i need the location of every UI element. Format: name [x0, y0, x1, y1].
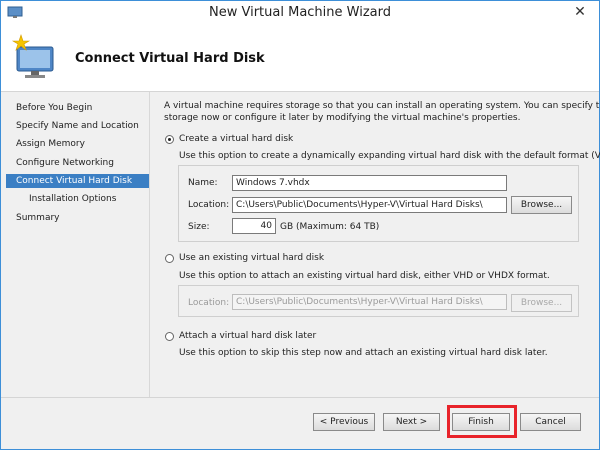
nav-item-installation-options[interactable]: Installation Options [6, 192, 149, 206]
size-input[interactable]: 40 [232, 218, 276, 234]
wizard-header: Connect Virtual Hard Disk [1, 25, 599, 92]
close-button[interactable]: ✕ [563, 1, 597, 23]
use-existing-vhd-description: Use this option to attach an existing vi… [179, 271, 550, 281]
wizard-window: New Virtual Machine Wizard ✕ Connect Vir… [0, 0, 600, 450]
nav-item-before-you-begin[interactable]: Before You Begin [6, 101, 149, 115]
virtual-machine-wizard-icon [11, 34, 54, 78]
name-label: Name: [188, 178, 218, 188]
finish-highlight-box [447, 405, 517, 438]
existing-location-input[interactable]: C:\Users\Public\Documents\Hyper-V\Virtua… [232, 294, 507, 310]
window-title: New Virtual Machine Wizard [209, 5, 391, 20]
footer-divider [1, 397, 599, 398]
create-vhd-radio[interactable] [165, 135, 174, 144]
attach-later-radio[interactable] [165, 332, 174, 341]
nav-item-configure-networking[interactable]: Configure Networking [6, 156, 149, 170]
use-existing-vhd-radio[interactable] [165, 254, 174, 263]
create-vhd-description: Use this option to create a dynamically … [179, 151, 600, 161]
nav-item-connect-vhd[interactable]: Connect Virtual Hard Disk [6, 174, 149, 188]
nav-item-specify-name[interactable]: Specify Name and Location [6, 119, 149, 133]
nav-item-assign-memory[interactable]: Assign Memory [6, 137, 149, 151]
nav-item-summary[interactable]: Summary [6, 211, 149, 225]
size-label: Size: [188, 222, 210, 232]
size-unit-text: GB (Maximum: 64 TB) [280, 222, 380, 232]
create-vhd-label[interactable]: Create a virtual hard disk [179, 134, 293, 144]
attach-later-label[interactable]: Attach a virtual hard disk later [179, 331, 316, 341]
browse-button[interactable]: Browse... [511, 196, 572, 214]
intro-text-line-2: storage now or configure it later by mod… [164, 113, 521, 123]
cancel-button[interactable]: Cancel [520, 413, 581, 431]
wizard-content: A virtual machine requires storage so th… [150, 92, 600, 397]
wizard-nav: Before You Begin Specify Name and Locati… [1, 92, 150, 397]
location-input[interactable]: C:\Users\Public\Documents\Hyper-V\Virtua… [232, 197, 507, 213]
page-title: Connect Virtual Hard Disk [75, 51, 265, 66]
use-existing-vhd-label[interactable]: Use an existing virtual hard disk [179, 253, 324, 263]
attach-later-description: Use this option to skip this step now an… [179, 348, 548, 358]
title-bar: New Virtual Machine Wizard ✕ [1, 1, 599, 25]
existing-location-label: Location: [188, 298, 230, 308]
name-input[interactable]: Windows 7.vhdx [232, 175, 507, 191]
existing-browse-button[interactable]: Browse... [511, 294, 572, 312]
location-label: Location: [188, 200, 230, 210]
next-button[interactable]: Next > [383, 413, 440, 431]
intro-text-line-1: A virtual machine requires storage so th… [164, 101, 600, 111]
previous-button[interactable]: < Previous [313, 413, 375, 431]
